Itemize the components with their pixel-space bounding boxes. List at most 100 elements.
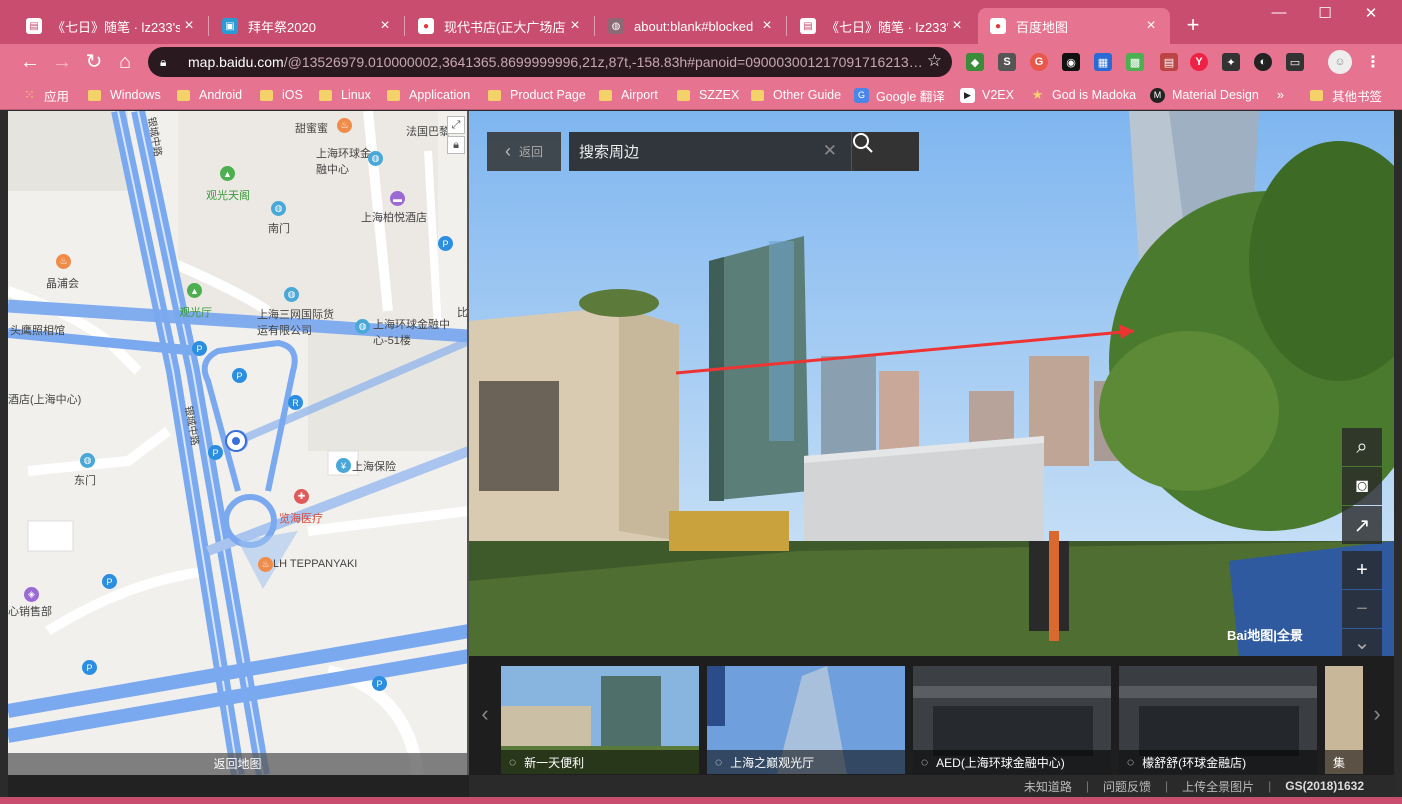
bookmark-application[interactable]: Application xyxy=(387,85,470,105)
thumbnail-card[interactable]: ◌ 檬舒舒(环球金融店) xyxy=(1119,666,1317,774)
tab-4[interactable]: ◍ about:blank#blocked × xyxy=(596,8,786,44)
close-tab-icon[interactable]: × xyxy=(566,17,584,35)
bookmark-ios[interactable]: iOS xyxy=(260,85,303,105)
minimize-icon[interactable]: — xyxy=(1256,4,1302,21)
close-window-icon[interactable]: ✕ xyxy=(1348,4,1394,22)
close-tab-icon[interactable]: × xyxy=(376,17,394,35)
bookmark-other-bookmarks[interactable]: 其他书签 xyxy=(1310,85,1382,105)
bookmark-other-guide[interactable]: Other Guide xyxy=(751,85,841,105)
bookmark-google-translate[interactable]: G Google 翻译 xyxy=(854,85,945,105)
menu-kebab-icon[interactable]: ⋮ xyxy=(1364,53,1382,71)
poi-label[interactable]: 观光厅 xyxy=(179,304,212,320)
maximize-icon[interactable]: ☐ xyxy=(1302,4,1348,22)
street-view-panorama[interactable]: ‹ 返回 搜索周边 ✕ ⌕ ◙ ↗ + − ⌄ Bai地图|全景 xyxy=(469,111,1394,656)
poi-label[interactable]: 上海保险 xyxy=(352,458,396,474)
search-button[interactable] xyxy=(851,132,919,171)
parking-pin-icon[interactable]: P xyxy=(372,676,387,691)
parking-pin-icon[interactable]: P xyxy=(192,341,207,356)
poi-label[interactable]: 览海医疗 xyxy=(279,510,323,526)
bookmark-linux[interactable]: Linux xyxy=(319,85,371,105)
bookmarks-overflow[interactable]: » xyxy=(1277,85,1284,105)
thumbnail-card-partial[interactable]: 集 xyxy=(1325,666,1363,774)
poi-label[interactable]: 上海环球金融中心-51楼 xyxy=(373,316,453,348)
food-pin-icon[interactable]: ♨ xyxy=(258,557,273,572)
expand-map-icon[interactable]: ⤢ xyxy=(447,116,465,134)
close-tab-icon[interactable]: × xyxy=(1142,17,1160,35)
extension-bird-icon[interactable]: ✦ xyxy=(1222,53,1240,71)
hotel-pin-icon[interactable]: ▬ xyxy=(390,191,405,206)
poi-label[interactable]: 比 xyxy=(457,304,467,320)
strip-prev-icon[interactable]: ‹ xyxy=(475,701,495,727)
scenic-pin-icon[interactable]: ▲ xyxy=(220,166,235,181)
parking-pin-icon[interactable]: R xyxy=(288,395,303,410)
tab-1[interactable]: ▤ 《七日》随笔 · lz233's b × xyxy=(14,8,208,44)
bank-pin-icon[interactable]: ¥ xyxy=(336,458,351,473)
back-arrow-icon[interactable]: ← xyxy=(17,50,43,76)
close-tab-icon[interactable]: × xyxy=(758,17,776,35)
upload-panorama-link[interactable]: 上传全景图片 xyxy=(1182,778,1254,795)
zoom-in-button[interactable]: + xyxy=(1342,551,1382,589)
bookmark-szzex[interactable]: SZZEX xyxy=(677,85,739,105)
poi-pin-icon[interactable]: ◍ xyxy=(80,453,95,468)
bookmark-product-page[interactable]: Product Page xyxy=(488,85,586,105)
tab-2[interactable]: ▣ 拜年祭2020 × xyxy=(210,8,404,44)
parking-pin-icon[interactable]: P xyxy=(82,660,97,675)
food-pin-icon[interactable]: ♨ xyxy=(337,118,352,133)
food-pin-icon[interactable]: ♨ xyxy=(56,254,71,269)
share-icon[interactable]: ↗ xyxy=(1342,506,1382,544)
extension-badge-icon[interactable]: ◉ xyxy=(1062,53,1080,71)
thumbnail-card[interactable]: ◌ 新一天便利 xyxy=(501,666,699,774)
poi-label[interactable]: 头鹰照相馆 xyxy=(10,322,65,338)
extension-window-icon[interactable]: ▭ xyxy=(1286,53,1304,71)
poi-label[interactable]: 南门 xyxy=(268,220,290,236)
poi-label[interactable]: LH TEPPANYAKI xyxy=(273,558,357,570)
bookmark-android[interactable]: Android xyxy=(177,85,242,105)
feedback-link[interactable]: 问题反馈 xyxy=(1103,778,1151,795)
reload-icon[interactable]: ↻ xyxy=(81,50,107,76)
bookmark-windows[interactable]: Windows xyxy=(88,85,161,105)
profile-avatar[interactable]: ☺ xyxy=(1328,50,1352,74)
extension-blue-icon[interactable]: ▦ xyxy=(1094,53,1112,71)
bookmark-v2ex[interactable]: ▶ V2EX xyxy=(960,85,1014,105)
clear-search-icon[interactable]: ✕ xyxy=(823,141,837,161)
parking-pin-icon[interactable]: P xyxy=(438,236,453,251)
close-tab-icon[interactable]: × xyxy=(180,17,198,35)
poi-label[interactable]: 法国巴黎 xyxy=(406,123,450,139)
office-pin-icon[interactable]: ◈ xyxy=(24,587,39,602)
poi-label[interactable]: 晶浦会 xyxy=(46,275,79,291)
lock-map-icon[interactable]: 🔒︎ xyxy=(447,136,465,154)
collapse-chevron-icon[interactable]: ⌄ xyxy=(1342,629,1382,656)
bookmark-star-icon[interactable]: ☆ xyxy=(927,51,942,71)
close-tab-icon[interactable]: × xyxy=(948,17,966,35)
address-bar[interactable]: 🔒︎ map.baidu.com /@13526979.010000002,36… xyxy=(148,47,952,77)
hospital-pin-icon[interactable]: ✚ xyxy=(294,489,309,504)
zoom-out-button[interactable]: − xyxy=(1342,590,1382,628)
poi-pin-icon[interactable]: ◍ xyxy=(284,287,299,302)
tab-5[interactable]: ▤ 《七日》随笔 · lz233's b × xyxy=(788,8,976,44)
poi-label[interactable]: 观光天阁 xyxy=(206,187,250,203)
poi-pin-icon[interactable]: ◍ xyxy=(368,151,383,166)
strip-next-icon[interactable]: › xyxy=(1367,701,1387,727)
extension-bag-icon[interactable]: ▤ xyxy=(1160,53,1178,71)
poi-label[interactable]: 甜蜜蜜 xyxy=(295,120,328,136)
poi-pin-icon[interactable]: ◍ xyxy=(271,201,286,216)
return-to-map-button[interactable]: 返回地图 xyxy=(8,753,467,775)
nearby-search-input[interactable]: 搜索周边 ✕ xyxy=(569,132,851,171)
bookmark-airport[interactable]: Airport xyxy=(599,85,658,105)
poi-label[interactable]: 心销售部 xyxy=(8,603,52,619)
back-button[interactable]: ‹ 返回 xyxy=(487,132,561,171)
camera-icon[interactable]: ◙ xyxy=(1342,467,1382,505)
extension-s-icon[interactable]: S xyxy=(998,53,1016,71)
scenic-pin-icon[interactable]: ▲ xyxy=(187,283,202,298)
home-icon[interactable]: ⌂ xyxy=(112,50,138,76)
mini-map[interactable]: 甜蜜蜜 ♨ 法国巴黎 上海环球金融中心 ◍ ▲ 观光天阁 ▬ 上海柏悦酒店 ◍ … xyxy=(8,111,469,775)
extension-green-icon[interactable]: ◆ xyxy=(966,53,984,71)
poi-pin-icon[interactable]: ◍ xyxy=(355,319,370,334)
tab-6-active[interactable]: ● 百度地图 × xyxy=(978,8,1170,44)
tab-3[interactable]: ● 现代书店(正大广场店) - × xyxy=(406,8,594,44)
extension-grid-icon[interactable]: ▩ xyxy=(1126,53,1144,71)
forward-arrow-icon[interactable]: → xyxy=(49,50,75,76)
bookmark-god-is-madoka[interactable]: ★ God is Madoka xyxy=(1030,85,1136,105)
parking-pin-icon[interactable]: P xyxy=(208,445,223,460)
poi-label[interactable]: 上海环球金融中心 xyxy=(316,145,376,177)
